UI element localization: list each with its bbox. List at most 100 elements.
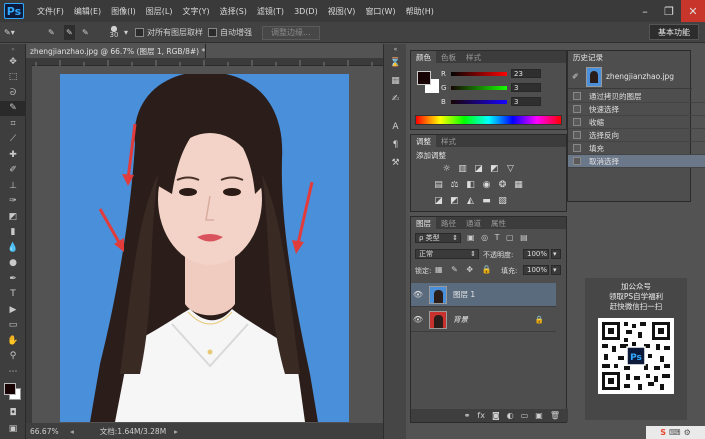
fill-dropdown-icon[interactable]: ▾ (551, 265, 561, 275)
layer-name[interactable]: 图层 1 (453, 289, 475, 300)
close-icon[interactable]: ✕ (681, 0, 705, 22)
brush-dropdown-icon[interactable]: ▾ (124, 25, 128, 40)
qr-code[interactable]: Ps (598, 318, 674, 394)
ime-indicator[interactable]: S ⌨ ⚙ (646, 426, 705, 439)
brightness-icon[interactable]: ☼ (441, 163, 452, 174)
opacity-value[interactable]: 100% (523, 249, 549, 259)
dock-expand-icon[interactable]: « (384, 44, 407, 54)
menu-view[interactable]: 视图(V) (323, 6, 361, 17)
visibility-eye-icon[interactable]: 👁 (411, 290, 425, 299)
tab-properties[interactable]: 属性 (486, 217, 511, 229)
tab-swatches[interactable]: 色板 (436, 51, 461, 63)
document-tab[interactable]: zhengjianzhao.jpg @ 66.7% (图层 1, RGB/8#)… (26, 44, 206, 58)
properties-panel-icon[interactable]: ▦ (384, 72, 407, 90)
healing-brush-tool-icon[interactable]: ✚ (0, 147, 26, 163)
color-swatch-pair[interactable] (417, 71, 441, 93)
add-to-selection-icon[interactable]: ✎ (64, 25, 75, 40)
status-info-icon[interactable]: ◂ (70, 427, 74, 436)
history-step[interactable]: 选择反向 (568, 129, 705, 142)
brush-size-picker[interactable]: ● 30 (104, 25, 124, 40)
layer-style-icon[interactable]: fx (477, 411, 485, 420)
canvas-image[interactable] (60, 74, 349, 422)
fill-value[interactable]: 100% (523, 265, 549, 275)
red-slider[interactable]: R 23 (441, 69, 541, 78)
gradient-tool-icon[interactable]: ▮ (0, 225, 26, 241)
status-menu-icon[interactable]: ▸ (174, 427, 178, 436)
history-snapshot[interactable]: ✐ zhengjianzhao.jpg (568, 65, 692, 89)
vibrance-icon[interactable]: ▽ (505, 163, 516, 174)
adjustment-layer-icon[interactable]: ◐ (507, 411, 514, 420)
tab-styles-2[interactable]: 样式 (436, 135, 461, 147)
selective-color-icon[interactable]: ▧ (497, 195, 508, 206)
history-step-selected[interactable]: 取消选择 (568, 155, 705, 168)
screen-mode-icon[interactable]: ▣ (0, 421, 26, 437)
levels-icon[interactable]: ▥ (457, 163, 468, 174)
layer-mask-icon[interactable]: ◙ (492, 411, 500, 420)
pen-tool-icon[interactable]: ✒ (0, 271, 26, 287)
zoom-tool-icon[interactable]: ⚲ (0, 349, 26, 365)
color-spectrum-ramp[interactable] (415, 115, 562, 125)
tab-paths[interactable]: 路径 (436, 217, 461, 229)
threshold-icon[interactable]: ◭ (465, 195, 476, 206)
dodge-tool-icon[interactable]: ● (0, 256, 26, 272)
quick-selection-tool-icon[interactable]: ✎▾ (4, 25, 15, 40)
history-panel-icon[interactable]: ⌛ (384, 54, 407, 72)
channel-mixer-icon[interactable]: ❂ (497, 179, 508, 190)
exposure-icon[interactable]: ◩ (489, 163, 500, 174)
tab-layers[interactable]: 图层 (411, 217, 436, 229)
curves-icon[interactable]: ◪ (473, 163, 484, 174)
menu-image[interactable]: 图像(I) (106, 6, 141, 17)
hand-tool-icon[interactable]: ✋ (0, 333, 26, 349)
minimize-icon[interactable]: – (633, 0, 657, 22)
layer-filter-select[interactable]: ρ 类型 ⇕ (415, 233, 461, 243)
menu-3d[interactable]: 3D(D) (289, 7, 323, 16)
type-tool-icon[interactable]: T (0, 287, 26, 303)
history-brush-source-icon[interactable]: ✐ (572, 72, 582, 81)
red-value[interactable]: 23 (511, 69, 541, 78)
brush-panel-icon[interactable]: ✍ (384, 90, 407, 108)
gradient-map-icon[interactable]: ▬ (481, 195, 492, 206)
history-step[interactable]: 填充 (568, 142, 705, 155)
black-white-icon[interactable]: ◧ (465, 179, 476, 190)
refine-edge-button[interactable]: 调整边缘... (262, 25, 320, 40)
brush-tool-icon[interactable]: ✐ (0, 163, 26, 179)
layer-name[interactable]: 背景 (453, 314, 468, 325)
menu-window[interactable]: 窗口(W) (360, 6, 400, 17)
blend-mode-select[interactable]: 正常 ⇕ (415, 249, 479, 259)
visibility-eye-icon[interactable]: 👁 (411, 315, 425, 324)
history-step[interactable]: 快速选择 (568, 103, 705, 116)
blue-slider[interactable]: B 3 (441, 97, 541, 106)
new-group-icon[interactable]: ▭ (521, 411, 529, 420)
tab-history[interactable]: 历史记录 (568, 51, 608, 63)
eraser-tool-icon[interactable]: ◩ (0, 209, 26, 225)
character-panel-icon[interactable]: A (384, 118, 407, 136)
menu-select[interactable]: 选择(S) (215, 6, 252, 17)
menu-layer[interactable]: 图层(L) (141, 6, 178, 17)
auto-enhance-checkbox[interactable]: 自动增强 (208, 25, 252, 40)
lock-icons[interactable]: ▦ ✎ ✥ 🔒 (435, 265, 495, 274)
blur-tool-icon[interactable]: 💧 (0, 240, 26, 256)
color-lookup-icon[interactable]: ▦ (513, 179, 524, 190)
path-selection-tool-icon[interactable]: ▶ (0, 302, 26, 318)
history-step[interactable]: 收缩 (568, 116, 705, 129)
zoom-level[interactable]: 66.67% (30, 427, 64, 436)
foreground-swatch[interactable] (417, 71, 431, 85)
sample-all-layers-checkbox[interactable]: 对所有图层取样 (135, 25, 203, 40)
clone-stamp-tool-icon[interactable]: ⊥ (0, 178, 26, 194)
menu-filter[interactable]: 滤镜(T) (252, 6, 289, 17)
new-layer-icon[interactable]: ▣ (535, 411, 543, 420)
subtract-selection-icon[interactable]: ✎ (82, 25, 89, 40)
menu-help[interactable]: 帮助(H) (401, 6, 439, 17)
tab-styles[interactable]: 样式 (461, 51, 486, 63)
opacity-dropdown-icon[interactable]: ▾ (551, 249, 561, 259)
move-tool-icon[interactable]: ✥ (0, 54, 26, 70)
hue-saturation-icon[interactable]: ▤ (433, 179, 444, 190)
menu-type[interactable]: 文字(Y) (177, 6, 214, 17)
foreground-color-swatch[interactable] (4, 382, 16, 395)
lasso-tool-icon[interactable]: ᘐ (0, 85, 26, 101)
tool-presets-icon[interactable]: ⚒ (384, 154, 407, 172)
crop-tool-icon[interactable]: ⌗ (0, 116, 26, 132)
blue-value[interactable]: 3 (511, 97, 541, 106)
menu-file[interactable]: 文件(F) (32, 6, 69, 17)
delete-layer-icon[interactable]: 🗑 (550, 411, 560, 420)
